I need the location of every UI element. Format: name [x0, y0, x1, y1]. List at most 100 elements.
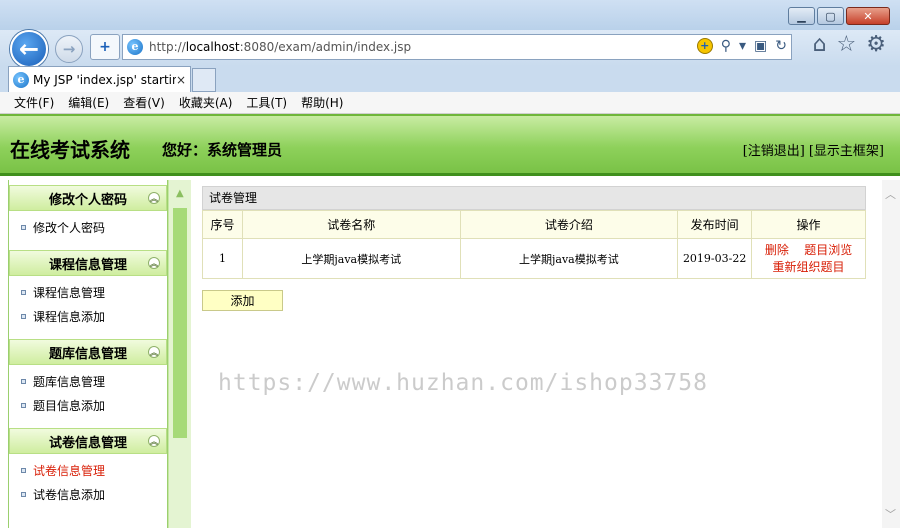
close-window-button[interactable]: ✕: [846, 7, 890, 25]
bullet-icon: [21, 289, 26, 295]
tab-title: My JSP 'index.jsp' startin...: [33, 72, 176, 87]
page-scrollbar[interactable]: ︿ ﹀: [882, 180, 900, 528]
new-tab-button[interactable]: [192, 68, 216, 92]
settings-gear-icon[interactable]: ⚙: [866, 34, 886, 56]
sidebar-item-paper-add[interactable]: 试卷信息添加: [9, 482, 167, 506]
menu-bar: 文件(F) 编辑(E) 查看(V) 收藏夹(A) 工具(T) 帮助(H): [0, 92, 900, 114]
bullet-icon: [21, 491, 26, 497]
col-intro: 试卷介绍: [459, 210, 679, 239]
shield-icon: +: [99, 39, 111, 55]
sidebar-item-question-add[interactable]: 题目信息添加: [9, 393, 167, 417]
greeting-text: 您好：系统管理员: [162, 141, 283, 159]
sidebar-item-change-password[interactable]: 修改个人密码: [9, 215, 167, 239]
bullet-icon: [21, 467, 26, 473]
header-banner: 在线考试系统 您好：系统管理员 [注销退出] [显示主框架]: [0, 114, 900, 176]
collapse-icon[interactable]: ︽: [148, 257, 160, 269]
bullet-icon: [21, 313, 26, 319]
browser-tab[interactable]: e My JSP 'index.jsp' startin... ×: [8, 66, 191, 92]
dropdown-icon[interactable]: ▾: [739, 38, 746, 54]
home-icon[interactable]: ⌂: [813, 34, 827, 56]
sidebar: 修改个人密码 ︽ 修改个人密码 课程信息管理 ︽ 课程信息管理 课程信息添加 题…: [8, 180, 191, 528]
col-date: 发布时间: [677, 210, 753, 239]
forward-button[interactable]: →: [55, 35, 83, 63]
minimize-button[interactable]: ▁: [788, 7, 815, 25]
address-bar[interactable]: e http://localhost:8080/exam/admin/index…: [122, 34, 792, 60]
browse-questions-link[interactable]: 题目浏览: [804, 243, 852, 257]
watermark: https://www.huzhan.com/ishop33758: [218, 370, 708, 396]
group-items: 试卷信息管理 试卷信息添加: [9, 454, 167, 512]
cell-ops: 删除 题目浏览 重新组织题目: [751, 238, 866, 279]
menu-view[interactable]: 查看(V): [123, 94, 165, 111]
add-button[interactable]: 添加: [202, 290, 283, 311]
cell-name: 上学期java模拟考试: [241, 238, 461, 279]
group-title: 试卷信息管理: [48, 435, 127, 451]
group-title: 修改个人密码: [48, 192, 127, 208]
col-ops: 操作: [751, 210, 866, 239]
browser-right-icons: ⌂ ☆ ⚙: [813, 34, 886, 56]
bullet-icon: [21, 378, 26, 384]
sidebar-item-paper-manage[interactable]: 试卷信息管理: [9, 458, 167, 482]
group-items: 课程信息管理 课程信息添加: [9, 276, 167, 334]
group-header-paper[interactable]: 试卷信息管理 ︽: [9, 428, 167, 454]
menu-tools[interactable]: 工具(T): [246, 94, 287, 111]
menu-file[interactable]: 文件(F): [14, 94, 54, 111]
maximize-button[interactable]: ▢: [817, 7, 844, 25]
col-name: 试卷名称: [241, 210, 461, 239]
cell-intro: 上学期java模拟考试: [459, 238, 679, 279]
scroll-up-icon[interactable]: ▲: [176, 188, 184, 199]
back-arrow-icon: ←: [18, 35, 40, 63]
logout-link[interactable]: [注销退出]: [743, 140, 805, 159]
compatibility-icon[interactable]: +: [696, 38, 713, 54]
group-items: 题库信息管理 题目信息添加: [9, 365, 167, 423]
group-header-password[interactable]: 修改个人密码 ︽: [9, 185, 167, 211]
sidebar-item-course-add[interactable]: 课程信息添加: [9, 304, 167, 328]
table-header-row: 序号 试卷名称 试卷介绍 发布时间 操作: [202, 210, 866, 239]
paper-table: 序号 试卷名称 试卷介绍 发布时间 操作 1 上学期java模拟考试 上学期ja…: [202, 210, 866, 279]
address-tools: + ⚲ ▾ ▣ ↻: [696, 38, 787, 54]
delete-link[interactable]: 删除: [765, 243, 789, 257]
picture-icon[interactable]: ▣: [754, 38, 767, 54]
scroll-down-icon[interactable]: ﹀: [885, 506, 896, 522]
col-index: 序号: [202, 210, 243, 239]
favorites-star-icon[interactable]: ☆: [837, 34, 857, 56]
tab-close-icon[interactable]: ×: [176, 73, 186, 87]
sidebar-item-course-manage[interactable]: 课程信息管理: [9, 280, 167, 304]
refresh-icon[interactable]: ↻: [775, 38, 787, 54]
group-password: 修改个人密码 ︽ 修改个人密码: [9, 185, 167, 245]
browser-navbar: ← → + e http://localhost:8080/exam/admin…: [0, 30, 900, 68]
group-header-question-bank[interactable]: 题库信息管理 ︽: [9, 339, 167, 365]
tab-ie-icon: e: [13, 71, 29, 88]
collapse-icon[interactable]: ︽: [148, 435, 160, 447]
menu-favorites[interactable]: 收藏夹(A): [179, 94, 233, 111]
scroll-thumb[interactable]: [173, 208, 187, 438]
group-title: 题库信息管理: [48, 346, 127, 362]
sidebar-scrollbar[interactable]: ▲: [169, 180, 191, 528]
scroll-up-icon[interactable]: ︿: [885, 186, 896, 202]
collapse-icon[interactable]: ︽: [148, 192, 160, 204]
collapse-icon[interactable]: ︽: [148, 346, 160, 358]
group-question-bank: 题库信息管理 ︽ 题库信息管理 题目信息添加: [9, 339, 167, 423]
menu-help[interactable]: 帮助(H): [301, 94, 343, 111]
back-button[interactable]: ←: [10, 30, 48, 68]
window-controls: ▁ ▢ ✕: [788, 7, 890, 25]
show-frame-link[interactable]: [显示主框架]: [809, 140, 884, 159]
window-titlebar: ▁ ▢ ✕: [0, 0, 900, 30]
system-title: 在线考试系统: [10, 138, 130, 162]
tab-row: e My JSP 'index.jsp' startin... ×: [0, 66, 900, 92]
reorganize-questions-link[interactable]: 重新组织题目: [773, 260, 845, 274]
sidebar-menu: 修改个人密码 ︽ 修改个人密码 课程信息管理 ︽ 课程信息管理 课程信息添加 题…: [8, 180, 168, 528]
sidebar-item-bank-manage[interactable]: 题库信息管理: [9, 369, 167, 393]
panel-title: 试卷管理: [202, 186, 866, 210]
security-shield-button[interactable]: +: [90, 34, 120, 60]
cell-index: 1: [202, 238, 243, 279]
group-header-course[interactable]: 课程信息管理 ︽: [9, 250, 167, 276]
ie-page-icon: e: [127, 39, 143, 55]
cell-date: 2019-03-22: [677, 238, 753, 279]
search-icon[interactable]: ⚲: [721, 38, 731, 54]
header-links: [注销退出] [显示主框架]: [743, 140, 884, 159]
address-text[interactable]: http://localhost:8080/exam/admin/index.j…: [149, 40, 411, 54]
table-row: 1 上学期java模拟考试 上学期java模拟考试 2019-03-22 删除 …: [202, 238, 866, 279]
group-course: 课程信息管理 ︽ 课程信息管理 课程信息添加: [9, 250, 167, 334]
bullet-icon: [21, 224, 26, 230]
menu-edit[interactable]: 编辑(E): [68, 94, 109, 111]
